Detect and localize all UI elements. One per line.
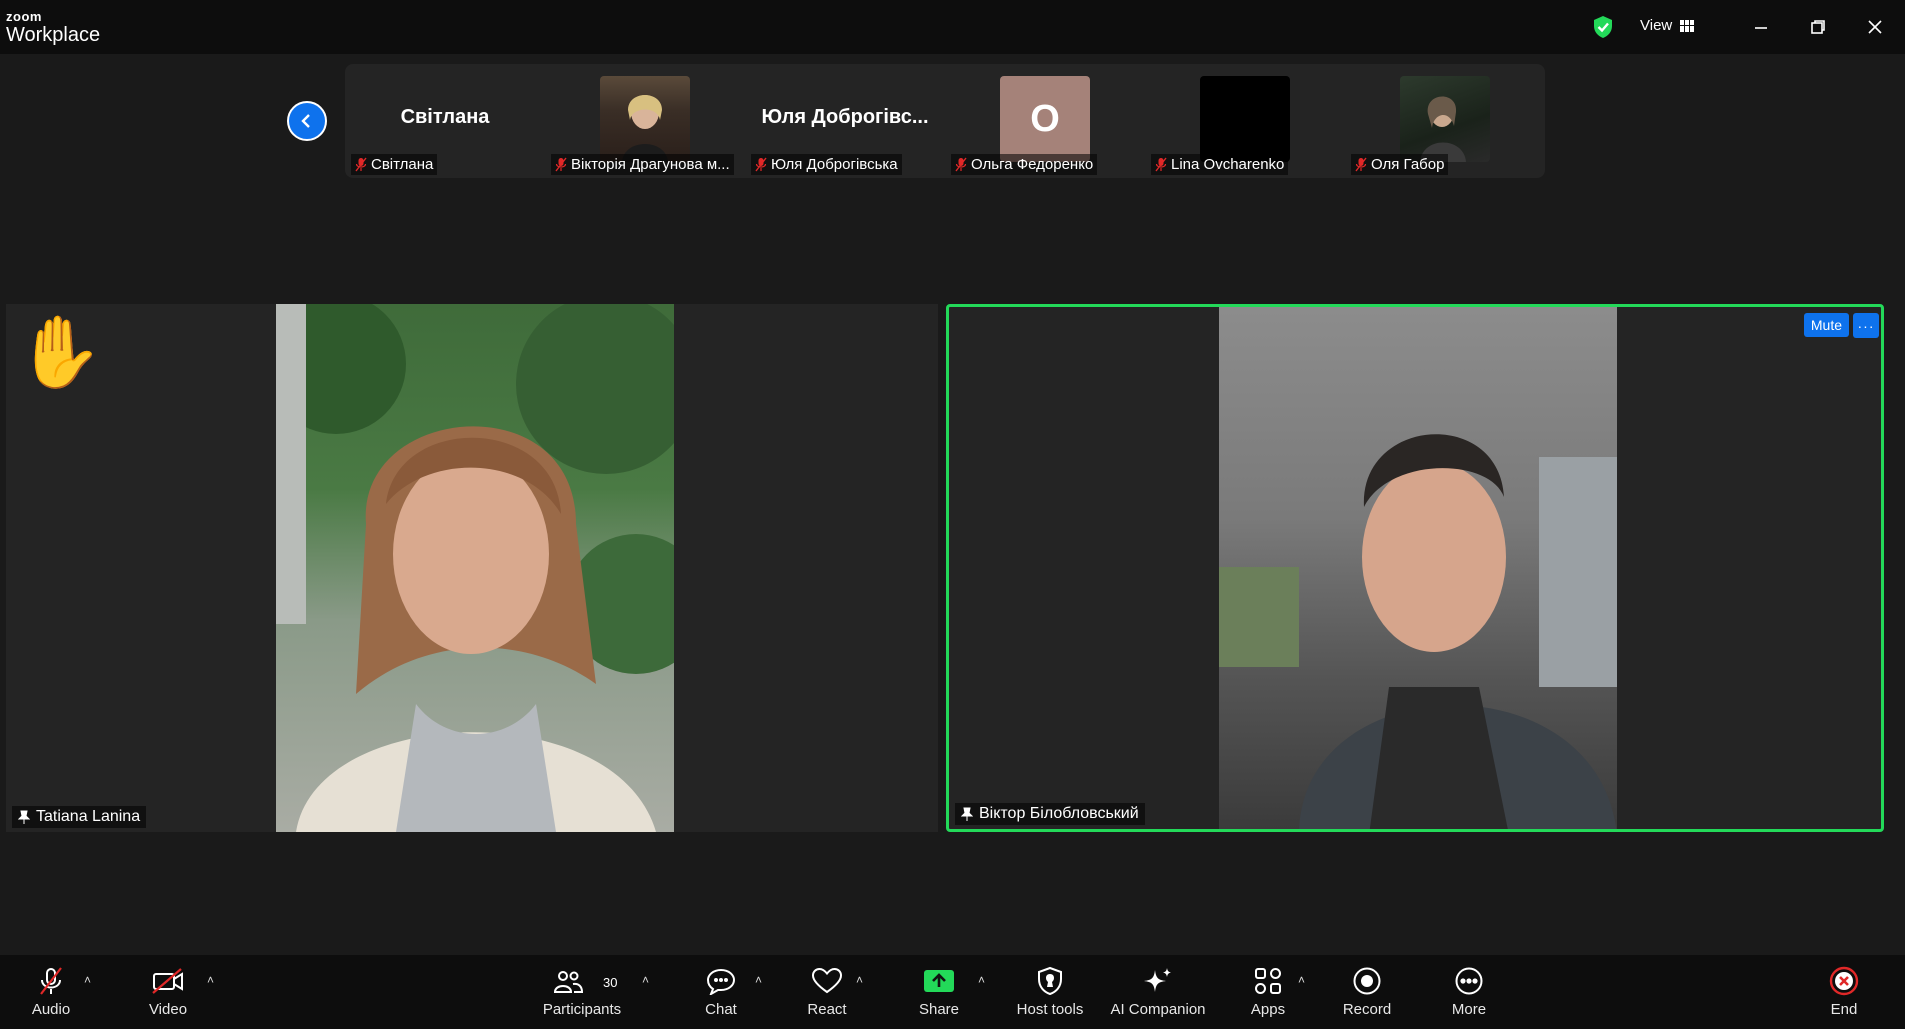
ai-companion-label: AI Companion — [1110, 1001, 1206, 1018]
share-label: Share — [918, 1001, 960, 1018]
brand-large: Workplace — [6, 24, 101, 46]
participants-label: Participants — [542, 1001, 622, 1018]
chat-label: Chat — [705, 1001, 737, 1018]
participant-label: Оля Габор — [1351, 154, 1449, 175]
record-label: Record — [1342, 1001, 1392, 1018]
host-tools-button[interactable]: Host tools — [1012, 963, 1088, 1025]
video-tile-viktor-active-speaker[interactable]: Mute ··· Віктор Білобловський — [946, 304, 1884, 832]
participant-thumb[interactable]: Юля Доброгівс... Юля Доброгівська — [745, 64, 945, 178]
more-button[interactable]: More — [1448, 963, 1490, 1025]
participant-label: Юля Доброгівська — [751, 154, 902, 175]
audio-options-caret[interactable]: ˄ — [84, 973, 91, 987]
mic-off-icon — [1155, 157, 1167, 172]
video-tile-tatiana[interactable]: ✋ Tatiana Lanina — [6, 304, 938, 832]
apps-label: Apps — [1250, 1001, 1286, 1018]
participant-label: Lina Ovcharenko — [1151, 154, 1289, 175]
share-options-caret[interactable]: ˄ — [978, 973, 985, 987]
minimize-icon — [1755, 27, 1767, 29]
more-label: More — [1451, 1001, 1487, 1018]
host-tools-label: Host tools — [1016, 1001, 1084, 1018]
record-button[interactable]: Record — [1342, 963, 1392, 1025]
participant-video — [1219, 307, 1617, 829]
participant-video — [276, 304, 674, 832]
apps-icon — [1255, 968, 1281, 994]
close-icon — [1868, 20, 1882, 34]
mic-off-icon — [555, 157, 567, 172]
end-icon — [1829, 966, 1859, 996]
participant-avatar: O — [1000, 76, 1090, 162]
minimize-button[interactable] — [1746, 12, 1776, 42]
video-button[interactable]: Video — [145, 963, 191, 1025]
close-button[interactable] — [1860, 12, 1890, 42]
apps-options-caret[interactable]: ˄ — [1298, 973, 1305, 987]
heart-icon — [811, 967, 843, 994]
participants-count: 30 — [603, 975, 618, 990]
mic-off-icon — [755, 157, 767, 172]
restore-button[interactable] — [1803, 12, 1833, 42]
ai-sparkle-icon — [1144, 968, 1171, 992]
participant-thumb[interactable]: Вікторія Драгунова м... — [545, 64, 745, 178]
chevron-left-icon — [301, 114, 310, 128]
chat-button[interactable]: Chat — [700, 963, 742, 1025]
restore-icon — [1811, 20, 1825, 34]
participant-strip: Світлана Світлана Вікторія Драгунова м..… — [345, 64, 1545, 178]
more-options-icon — [1455, 967, 1483, 995]
mic-off-icon — [1355, 157, 1367, 172]
audio-label: Audio — [31, 1001, 71, 1018]
participants-icon — [553, 971, 583, 993]
react-label: React — [807, 1001, 847, 1018]
participant-big-name: Світлана — [400, 106, 490, 128]
participant-photo — [1400, 76, 1490, 162]
apps-button[interactable]: Apps — [1248, 963, 1288, 1025]
avatar-initial: O — [1000, 76, 1090, 162]
participant-label: Світлана — [351, 154, 438, 175]
video-label: Video — [148, 1001, 188, 1018]
mic-muted-icon — [40, 967, 62, 995]
participant-thumb[interactable]: O Ольга Федоренко — [945, 64, 1145, 178]
participants-button[interactable]: 30 Participants — [540, 963, 624, 1025]
participant-thumb[interactable]: Світлана Світлана — [345, 64, 545, 178]
end-meeting-button[interactable]: End — [1826, 963, 1862, 1025]
pin-icon — [18, 810, 30, 824]
react-button[interactable]: React — [806, 963, 848, 1025]
video-options-caret[interactable]: ˄ — [207, 973, 214, 987]
title-bar: zoom Workplace View — [0, 0, 1905, 54]
participant-video-off — [1200, 76, 1290, 162]
grid-view-icon — [1680, 19, 1695, 32]
participant-thumb[interactable]: Оля Габор — [1345, 64, 1545, 178]
pin-icon — [961, 807, 973, 821]
record-icon — [1353, 967, 1381, 995]
tile-name-label: Віктор Білобловський — [955, 803, 1145, 825]
share-screen-icon — [924, 970, 954, 992]
share-button[interactable]: Share — [918, 963, 960, 1025]
brand-small: zoom — [6, 9, 42, 24]
view-label: View — [1640, 17, 1673, 34]
participant-label: Ольга Федоренко — [951, 154, 1098, 175]
participants-options-caret[interactable]: ˄ — [642, 973, 649, 987]
strip-back-button[interactable] — [287, 101, 327, 141]
video-off-icon — [152, 968, 183, 994]
chat-options-caret[interactable]: ˄ — [755, 973, 762, 987]
mute-participant-button[interactable]: Mute — [1803, 313, 1849, 337]
participant-photo — [600, 76, 690, 162]
participant-label: Вікторія Драгунова м... — [551, 154, 734, 175]
mic-off-icon — [955, 157, 967, 172]
view-button[interactable]: View — [1640, 17, 1695, 34]
encryption-shield-icon[interactable] — [1592, 15, 1614, 39]
react-options-caret[interactable]: ˄ — [856, 973, 863, 987]
mic-off-icon — [355, 157, 367, 172]
tile-more-options-button[interactable]: ··· — [1853, 313, 1879, 338]
ai-companion-button[interactable]: AI Companion — [1108, 963, 1208, 1025]
tile-name-label: Tatiana Lanina — [12, 806, 147, 828]
participant-thumb[interactable]: Lina Ovcharenko — [1145, 64, 1345, 178]
chat-icon — [706, 968, 736, 995]
audio-button[interactable]: Audio — [28, 963, 74, 1025]
zoom-logo: zoom Workplace — [6, 10, 100, 47]
raised-hand-icon: ✋ — [16, 313, 104, 391]
participant-big-name: Юля Доброгівс... — [761, 106, 929, 128]
end-label: End — [1830, 1001, 1858, 1018]
meeting-toolbar: Audio ˄ Video ˄ 30 Participants ˄ Chat ˄… — [0, 955, 1905, 1029]
host-shield-icon — [1038, 966, 1062, 996]
